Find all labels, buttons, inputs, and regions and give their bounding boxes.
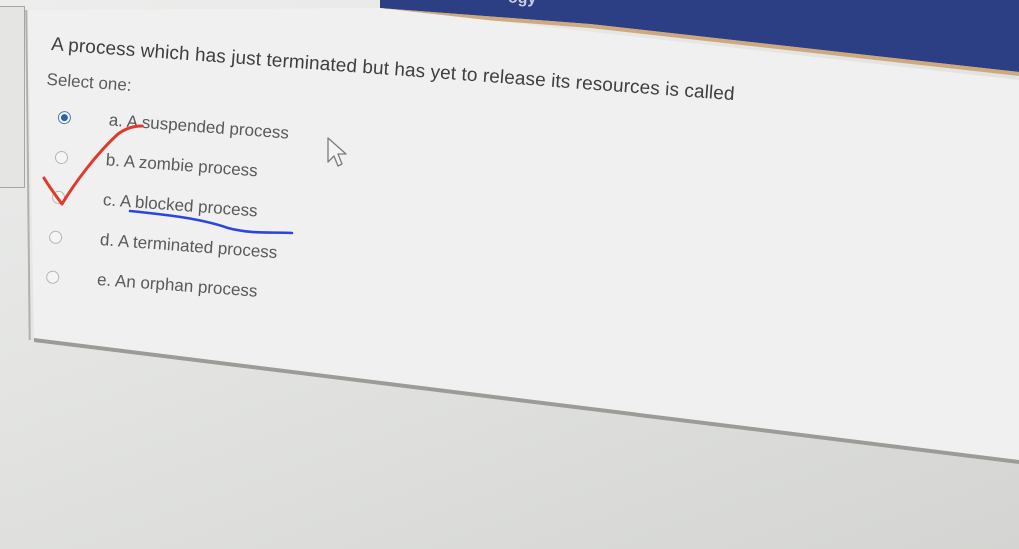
option-c-radio[interactable] <box>51 189 66 204</box>
option-c-label[interactable]: c. A blocked process <box>102 190 258 221</box>
option-a-label[interactable]: a. A suspended process <box>108 110 289 143</box>
option-d-label[interactable]: d. A terminated process <box>99 230 278 263</box>
option-e-label[interactable]: e. An orphan process <box>96 270 258 302</box>
option-a-radio[interactable] <box>57 110 72 125</box>
option-b-radio[interactable] <box>54 150 69 164</box>
mouse-cursor-icon <box>327 137 347 167</box>
option-e-radio[interactable] <box>45 269 60 284</box>
left-panel-edge <box>0 6 25 188</box>
header-banner-text: ogy <box>508 0 537 8</box>
option-b-label[interactable]: b. A zombie process <box>105 150 258 181</box>
option-d-radio[interactable] <box>48 229 63 244</box>
question-content: A process which has just terminated but … <box>33 34 735 345</box>
quiz-screen: ogy A process which has just terminated … <box>0 0 1019 549</box>
